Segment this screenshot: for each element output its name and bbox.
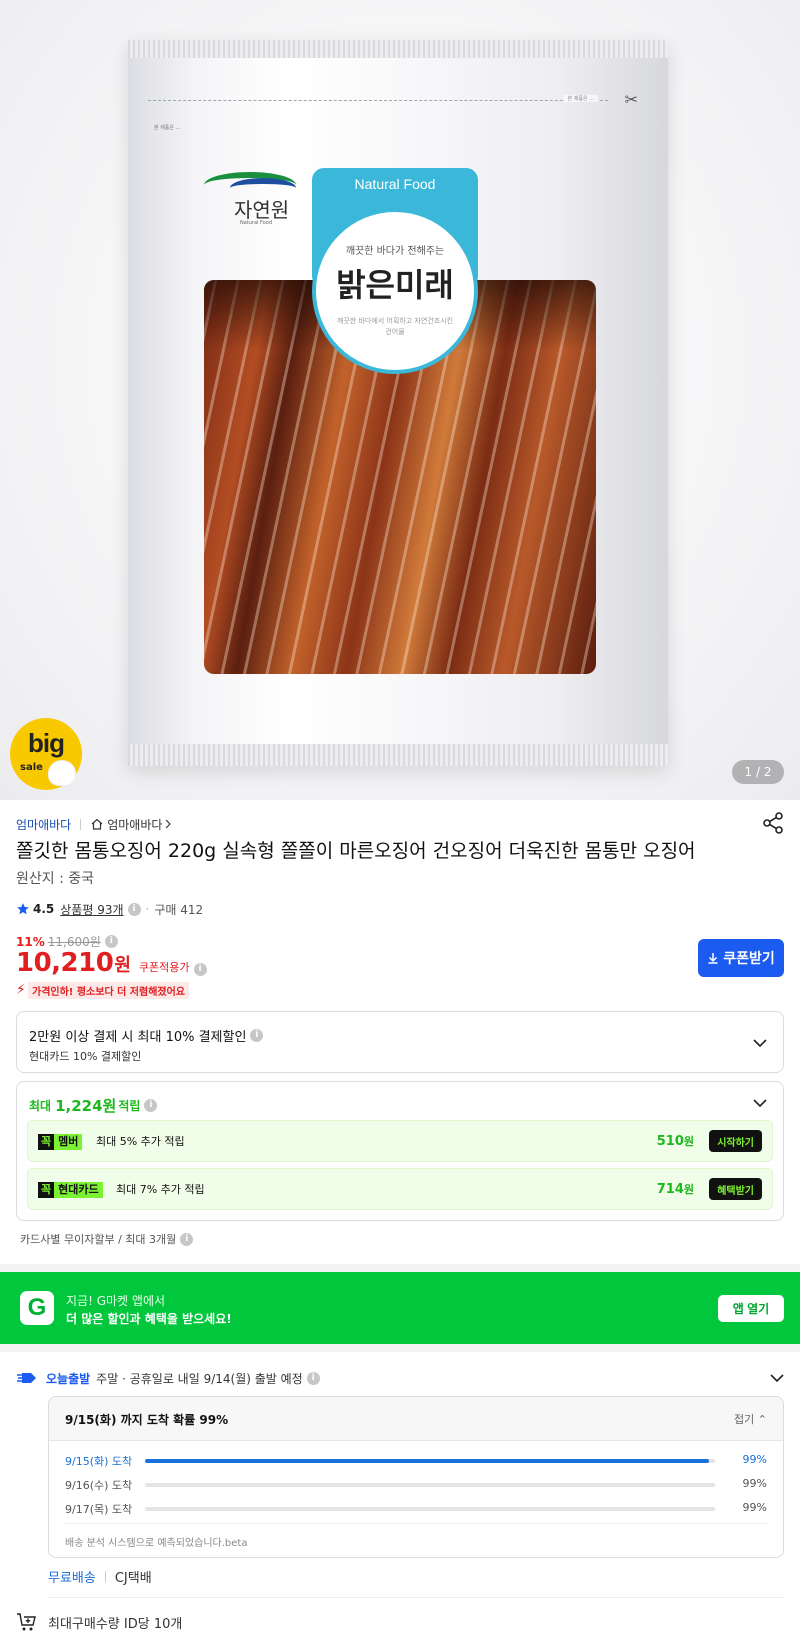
max-purchase-row: 최대구매수량 ID당 10개 [16, 1612, 182, 1632]
rating-row: 4.5 상품평 93개 i · 구매 412 [16, 900, 203, 918]
point-row-member: 꼭 멤버 최대 5% 추가 적립 510원 시작하기 [27, 1120, 773, 1162]
label-seal: 깨끗한 바다가 전해주는 밝은미래 깨끗한 바다에서 어획하고 자연건조시킨 건… [312, 208, 478, 374]
info-icon[interactable]: i [180, 1232, 194, 1246]
share-icon[interactable] [760, 810, 786, 836]
points-card: 최대 1,224원 적립 i 꼭 멤버 최대 5% 추가 적립 510원 시작하… [16, 1081, 784, 1221]
info-icon[interactable]: i [193, 963, 207, 976]
arrival-title: 9/15(화) 까지 도착 확률 99% [65, 1413, 229, 1427]
info-icon[interactable]: i [144, 1099, 158, 1112]
point-row-amount: 510원 [656, 1134, 694, 1149]
point-row-desc: 최대 7% 추가 적립 [116, 1183, 205, 1196]
chevron-down-icon[interactable] [753, 1036, 767, 1050]
info-icon[interactable]: i [127, 902, 141, 916]
pack-small-print: 본 제품은 ... [563, 95, 598, 102]
banner-line-2: 더 많은 할인과 혜택을 받으세요! [66, 1312, 232, 1326]
shipping-row: 오늘출발 주말 · 공휴일로 내일 9/14(월) 출발 예정 i [16, 1369, 320, 1387]
arrival-item: 9/16(수) 도착 99% [65, 1477, 767, 1492]
point-row-amount: 714원 [656, 1182, 694, 1197]
points-max-amount: 1,224원 [55, 1097, 117, 1115]
arrival-probability-card: 9/15(화) 까지 도착 확률 99% 접기 ⌃ 9/15(화) 도착 99%… [48, 1396, 784, 1558]
purchase-count: 구매 412 [154, 902, 204, 917]
divider [48, 1597, 784, 1598]
rating-score: 4.5 [33, 902, 55, 916]
fold-button[interactable]: 접기 ⌃ [734, 1411, 767, 1427]
cart-plus-icon [17, 1613, 36, 1631]
seller-name[interactable]: 엄마애바다 [16, 816, 71, 833]
price-row: 10,210 원 쿠폰적용가 i [16, 948, 207, 978]
product-title: 쫄깃한 몸통오징어 220g 실속형 쫄쫄이 마른오징어 건오징어 더욱진한 몸… [16, 840, 696, 862]
banner-line-1: 지금! G마켓 앱에서 [66, 1294, 166, 1308]
delivery-info: 무료배송 CJ택배 [48, 1567, 152, 1586]
fast-delivery-icon [17, 1373, 36, 1383]
sale-price: 10,210 [16, 948, 114, 978]
section-gap [0, 1264, 800, 1272]
product-image-carousel[interactable]: 본 제품은 ... ✂ 본 제품은 ... 자연원 Natural Food N… [0, 0, 800, 800]
price-drop-notice: ⚡ 가격인하! 평소보다 더 저렴해졌어요 [16, 981, 190, 999]
hyundai-card-tag: 꼭 현대카드 [38, 1182, 103, 1198]
home-icon [91, 818, 103, 830]
installment-info: 카드사별 무이자할부 / 최대 3개월 i [20, 1231, 194, 1247]
pack-cut-line [148, 100, 608, 101]
lightning-icon: ⚡ [16, 982, 26, 998]
points-title: 최대 1,224원 적립 i [29, 1095, 158, 1116]
brand-logo: 자연원 Natural Food [204, 172, 296, 252]
point-row-hyundai-card: 꼭 현대카드 최대 7% 추가 적립 714원 혜택받기 [27, 1168, 773, 1210]
chevron-down-icon[interactable] [770, 1371, 784, 1385]
product-package-image: 본 제품은 ... ✂ 본 제품은 ... 자연원 Natural Food N… [128, 40, 668, 766]
point-row-desc: 최대 5% 추가 적립 [96, 1135, 185, 1148]
chevron-down-icon[interactable] [753, 1096, 767, 1110]
info-icon[interactable]: i [306, 1371, 320, 1385]
separator-dot: · [145, 902, 150, 916]
get-benefit-button[interactable]: 혜택받기 [709, 1178, 762, 1200]
courier-label: CJ택배 [114, 1571, 152, 1586]
download-icon [708, 953, 718, 964]
start-member-button[interactable]: 시작하기 [709, 1130, 762, 1152]
shop-home-link[interactable]: 엄마애바다 [90, 816, 172, 833]
section-gap [0, 1344, 800, 1352]
open-app-button[interactable]: 앱 열기 [718, 1295, 784, 1322]
price-unit: 원 [114, 955, 131, 976]
get-coupon-button[interactable]: 쿠폰받기 [698, 939, 784, 977]
shipping-schedule-text: 주말 · 공휴일로 내일 9/14(월) 출발 예정 [96, 1371, 303, 1386]
gmarket-logo-icon: G [20, 1291, 54, 1325]
big-sale-badge: big sale [10, 718, 82, 790]
free-shipping-label: 무료배송 [48, 1571, 96, 1586]
app-promo-banner[interactable]: G 지금! G마켓 앱에서 더 많은 할인과 혜택을 받으세요! 앱 열기 [0, 1272, 800, 1344]
payment-discount-sub: 현대카드 10% 결제할인 [29, 1050, 142, 1063]
mascot-icon [48, 760, 76, 786]
review-count-link[interactable]: 상품평 93개 [60, 901, 123, 918]
pack-small-print-2: 본 제품은 ... [154, 125, 181, 131]
member-tag: 꼭 멤버 [38, 1134, 83, 1150]
arrival-item: 9/15(화) 도착 99% [65, 1453, 767, 1468]
star-icon [17, 903, 29, 915]
seller-row: 엄마애바다 엄마애바다 [16, 815, 172, 833]
divider [80, 818, 82, 830]
chevron-up-icon: ⌃ [757, 1413, 767, 1426]
divider [104, 1571, 106, 1582]
coupon-applied-label: 쿠폰적용가 [138, 961, 190, 974]
divider [65, 1523, 767, 1524]
scissors-icon: ✂ [624, 90, 638, 109]
prediction-note: 배송 분석 시스템으로 예측되었습니다.beta [65, 1538, 248, 1549]
today-shipping-label: 오늘출발 [46, 1371, 91, 1386]
product-origin: 원산지 : 중국 [16, 871, 95, 887]
discount-percent: 11% [16, 934, 45, 949]
image-pager: 1 / 2 [732, 760, 784, 784]
chevron-right-icon [165, 819, 172, 829]
info-icon[interactable]: i [104, 935, 118, 948]
info-icon[interactable]: i [250, 1029, 264, 1042]
arrival-item: 9/17(목) 도착 99% [65, 1501, 767, 1516]
payment-discount-title: 2만원 이상 결제 시 최대 10% 결제할인 [29, 1030, 247, 1045]
payment-discount-card[interactable]: 2만원 이상 결제 시 최대 10% 결제할인 i 현대카드 10% 결제할인 [16, 1011, 784, 1073]
